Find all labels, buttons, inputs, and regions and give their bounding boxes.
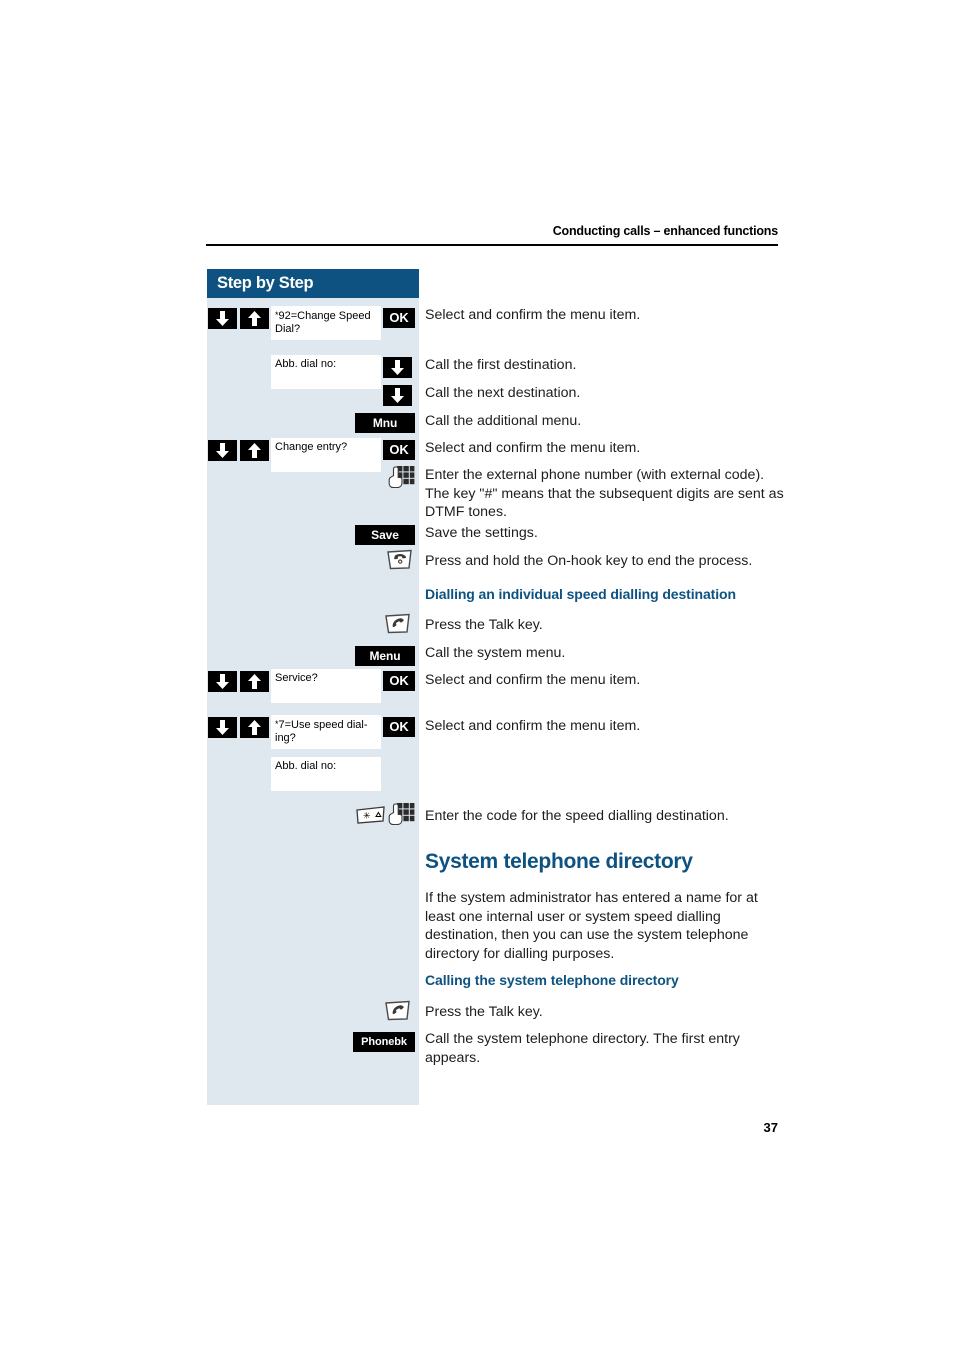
- up-arrow-icon: [248, 720, 261, 735]
- running-header: Conducting calls – enhanced functions: [552, 224, 778, 238]
- talk-key-icon[interactable]: [384, 1000, 412, 1029]
- save-softkey[interactable]: Save: [355, 525, 415, 545]
- step-text-2: Call the first destination.: [425, 357, 577, 373]
- step-text-5: Select and confirm the menu item.: [425, 440, 641, 456]
- display-abb-dial-no-1: Abb. dial no:: [271, 355, 381, 389]
- up-arrow-key[interactable]: [240, 308, 269, 334]
- keypad-icon-glyph: [388, 466, 415, 489]
- mnu-softkey[interactable]: Mnu: [355, 413, 415, 433]
- ok-softkey-3[interactable]: OK: [383, 671, 415, 691]
- step-by-step-title: Step by Step: [207, 269, 419, 298]
- step-text-3: Call the next destination.: [425, 385, 581, 401]
- keypad-icon-glyph: [388, 803, 415, 826]
- display-change-speed-dial: *92=Change Speed Dial?: [271, 306, 381, 340]
- down-arrow-icon: [216, 311, 229, 326]
- header-divider: [206, 244, 778, 246]
- talk-key-icon[interactable]: [384, 613, 412, 642]
- ok-softkey-4[interactable]: OK: [383, 717, 415, 737]
- star-key-icon[interactable]: ✳: [355, 805, 387, 832]
- talk-key-text-1: Press the Talk key.: [425, 617, 543, 633]
- display-text: 92=Change Speed Dial?: [275, 310, 371, 335]
- up-arrow-key-service[interactable]: [240, 671, 269, 697]
- up-arrow-key-change-entry[interactable]: [240, 440, 269, 466]
- heading-dialling-individual: Dialling an individual speed dialling de…: [425, 586, 736, 602]
- down-arrow-icon: [391, 388, 404, 403]
- down-arrow-key[interactable]: [208, 308, 237, 334]
- step-text-1: Select and confirm the menu item.: [425, 307, 641, 323]
- down-arrow-key-service[interactable]: [208, 671, 237, 697]
- down-arrow-icon: [216, 720, 229, 735]
- keypad-icon[interactable]: [387, 465, 415, 500]
- down-arrow-icon: [391, 360, 404, 375]
- step-text-6: Enter the external phone number (with ex…: [425, 467, 784, 521]
- down-arrow-key-speed-dialing[interactable]: [208, 717, 237, 743]
- up-arrow-key-speed-dialing[interactable]: [240, 717, 269, 743]
- talk-key-glyph: [385, 1000, 410, 1021]
- up-arrow-icon: [248, 443, 261, 458]
- down-arrow-icon: [216, 674, 229, 689]
- menu-softkey[interactable]: Menu: [355, 646, 415, 666]
- directory-paragraph: If the system administrator has entered …: [425, 890, 758, 962]
- display-abb-dial-no-2: Abb. dial no:: [271, 757, 381, 791]
- display-text: 7=Use speed dial- ing?: [275, 719, 368, 744]
- keypad-icon[interactable]: [387, 802, 415, 837]
- up-arrow-icon: [248, 674, 261, 689]
- step-text-8: Press and hold the On-hook key to end th…: [425, 553, 753, 569]
- star-key-glyph: ✳: [356, 806, 385, 824]
- ok-softkey-2[interactable]: OK: [383, 440, 415, 460]
- heading-system-telephone-directory: System telephone directory: [425, 850, 693, 873]
- ok-softkey-1[interactable]: OK: [383, 308, 415, 328]
- menu-text: Call the system menu.: [425, 645, 566, 661]
- step-text-7: Save the settings.: [425, 525, 538, 541]
- on-hook-key-icon[interactable]: [386, 549, 414, 578]
- on-hook-key-glyph: [387, 549, 412, 570]
- use-speed-dialing-text: Select and confirm the menu item.: [425, 718, 641, 734]
- display-change-entry: Change entry?: [271, 438, 381, 472]
- enter-speed-dial-code-text: Enter the code for the speed dialling de…: [425, 808, 729, 824]
- step-text-4: Call the additional menu.: [425, 413, 582, 429]
- talk-key-glyph: [385, 613, 410, 634]
- display-service: Service?: [271, 669, 381, 703]
- subheading-calling-directory: Calling the system telephone directory: [425, 972, 679, 988]
- down-arrow-icon: [216, 443, 229, 458]
- phonebk-softkey[interactable]: Phonebk: [353, 1032, 415, 1052]
- page-number: 37: [763, 1120, 778, 1135]
- down-arrow-key-first-destination[interactable]: [383, 357, 412, 383]
- talk-key-text-2: Press the Talk key.: [425, 1004, 543, 1020]
- service-text: Select and confirm the menu item.: [425, 672, 641, 688]
- svg-text:✳: ✳: [363, 811, 371, 821]
- up-arrow-icon: [248, 311, 261, 326]
- down-arrow-key-change-entry[interactable]: [208, 440, 237, 466]
- phonebk-text: Call the system telephone directory. The…: [425, 1031, 740, 1066]
- down-arrow-key-next-destination[interactable]: [383, 385, 412, 411]
- display-use-speed-dialing: *7=Use speed dial- ing?: [271, 715, 381, 749]
